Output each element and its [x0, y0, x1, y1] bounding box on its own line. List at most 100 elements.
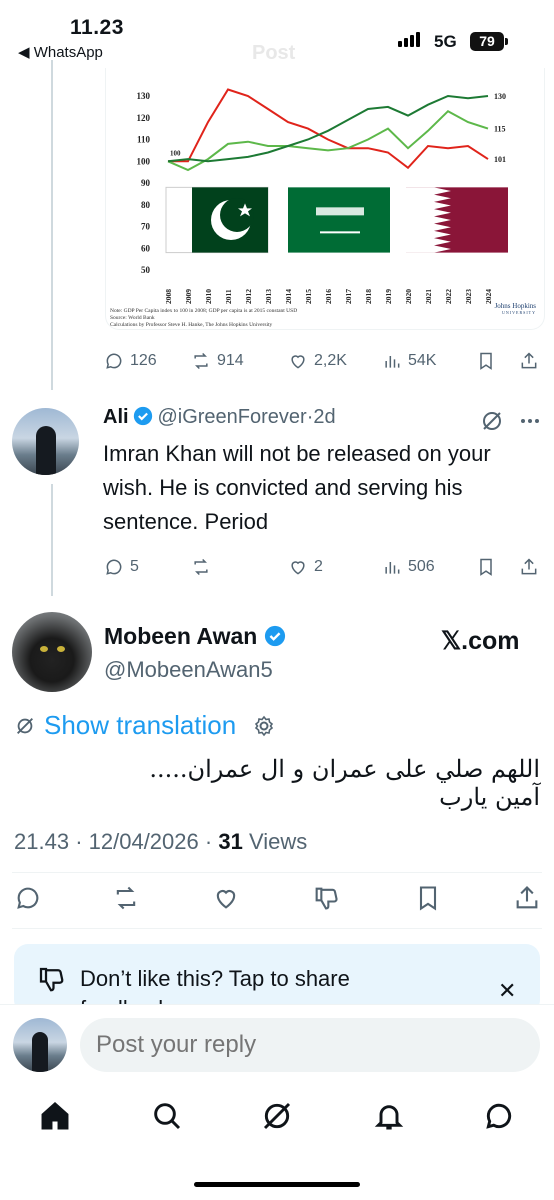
x-tick-label: 2009 — [184, 289, 193, 304]
series-line — [168, 88, 489, 170]
reply-icon — [106, 353, 122, 369]
chart-notes: Note: GDP Per Capita index to 100 in 200… — [110, 308, 297, 329]
bookmark-icon[interactable] — [414, 884, 442, 912]
bookmark-button[interactable] — [476, 557, 496, 577]
x-tick-label: 2022 — [444, 289, 453, 304]
share-button[interactable] — [519, 351, 539, 371]
back-to-app-link[interactable]: ◀ WhatsApp — [18, 43, 103, 61]
reply-button[interactable]: 5 — [104, 557, 139, 577]
x-tick-label: 2017 — [344, 289, 353, 304]
reply-button[interactable]: 126 — [104, 351, 157, 371]
saudi-sword — [320, 231, 360, 234]
x-tick-label: 2023 — [464, 289, 473, 304]
y-tick-label: 90 — [141, 178, 151, 188]
messages-icon[interactable] — [483, 1100, 515, 1132]
saudi-script — [316, 207, 364, 216]
author-handle[interactable]: @iGreenForever — [157, 406, 306, 428]
x-tick-label: 2024 — [484, 289, 493, 304]
x-tick-label: 2013 — [264, 289, 273, 304]
dislike-icon[interactable] — [312, 884, 340, 912]
views-button[interactable]: 54K — [382, 351, 436, 371]
views-label: Views — [248, 829, 308, 854]
like-button[interactable]: 2,2K — [288, 351, 347, 371]
x-com-watermark: 𝕏.com — [441, 627, 520, 655]
repost-button[interactable]: 914 — [191, 351, 244, 371]
y-tick-label: 50 — [141, 265, 151, 275]
views-icon — [385, 356, 400, 368]
reply-tweet-header: Ali @iGreenForever·2d — [103, 406, 543, 429]
share-icon[interactable] — [513, 884, 541, 912]
author-name[interactable]: Mobeen Awan — [104, 623, 257, 649]
like-count: 2,2K — [314, 352, 347, 369]
bookmark-button[interactable] — [476, 351, 496, 371]
battery-tip — [505, 38, 508, 45]
page-title: Post — [252, 42, 296, 64]
home-indicator — [194, 1182, 360, 1187]
tweet-meta: 21.43 · 12/04/2026 · 31 Views — [14, 829, 308, 854]
y-tick-label: 120 — [137, 113, 151, 123]
reply-tweet-text: Imran Khan will not be released on your … — [103, 441, 491, 534]
avatar[interactable] — [12, 408, 79, 475]
share-icon — [521, 558, 537, 575]
views-button[interactable]: 506 — [382, 557, 435, 577]
battery-icon: 79 — [470, 32, 504, 51]
main-tweet-header: Mobeen Awan — [104, 623, 286, 650]
more-options-icon[interactable] — [518, 409, 542, 433]
y-tick-label: 60 — [141, 243, 151, 253]
tweet-media-chart[interactable]: 130 120 110 100 90 80 70 60 50 2008 2009 2010 2011 20… — [105, 68, 545, 330]
network-type: 5G — [434, 32, 457, 51]
data-label: 101 — [494, 155, 506, 164]
reply-input[interactable] — [80, 1018, 540, 1072]
bookmark-icon — [480, 558, 492, 576]
views-icon — [385, 562, 400, 574]
y-tick-label: 100 — [137, 156, 151, 166]
qatar-flag-serrated — [406, 187, 451, 253]
author-handle[interactable]: @MobeenAwan5 — [104, 657, 273, 683]
status-time: 11.23 — [70, 16, 124, 39]
reply-tweet-actions: 5 2 506 — [104, 555, 544, 579]
repost-button[interactable] — [191, 557, 211, 577]
thread-line — [51, 60, 53, 390]
series-line — [167, 94, 489, 163]
share-button[interactable] — [519, 557, 539, 577]
x-tick-label: 2018 — [364, 289, 373, 304]
heart-icon — [291, 561, 305, 575]
reply-count: 126 — [130, 352, 157, 369]
repost-icon — [194, 558, 208, 576]
chart-tweet-actions: 126 914 2,2K 54K — [104, 349, 544, 373]
views-count: 506 — [408, 558, 435, 575]
home-icon[interactable] — [39, 1100, 71, 1132]
gear-icon[interactable] — [252, 714, 276, 738]
views-count: 31 — [218, 829, 243, 854]
grok-icon — [17, 717, 33, 734]
heart-icon[interactable] — [212, 884, 240, 912]
close-icon[interactable]: ✕ — [498, 978, 516, 1004]
line-chart: 130 120 110 100 90 80 70 60 50 2008 2009 2010 2011 20… — [137, 88, 508, 304]
show-translation-button[interactable]: Show translation — [14, 710, 276, 741]
grok-icon[interactable] — [261, 1100, 293, 1132]
avatar[interactable] — [12, 612, 92, 692]
repost-icon[interactable] — [112, 884, 140, 912]
search-icon[interactable] — [151, 1100, 183, 1132]
verified-badge-icon — [133, 406, 153, 426]
y-tick-label: 110 — [137, 135, 151, 145]
x-tick-label: 2021 — [424, 289, 433, 304]
avatar — [13, 1018, 67, 1072]
tweet-date: 12/04/2026 — [88, 829, 199, 854]
grok-icon[interactable] — [480, 409, 504, 433]
chart-calc: Calculations by Professor Steve H. Hanke… — [110, 322, 273, 328]
show-translation-label: Show translation — [44, 710, 237, 740]
author-name[interactable]: Ali — [103, 406, 129, 428]
like-count: 2 — [314, 558, 323, 575]
divider — [12, 872, 542, 873]
repost-icon — [194, 352, 208, 370]
like-button[interactable]: 2 — [288, 557, 323, 577]
main-tweet-actions — [0, 880, 554, 916]
x-tick-label: 2020 — [404, 289, 413, 304]
thread-line — [51, 484, 53, 596]
views-count: 54K — [408, 352, 437, 369]
x-tick-label: 2010 — [204, 289, 213, 304]
bottom-nav — [0, 1096, 554, 1140]
reply-icon[interactable] — [14, 884, 42, 912]
bell-icon[interactable] — [373, 1100, 405, 1132]
